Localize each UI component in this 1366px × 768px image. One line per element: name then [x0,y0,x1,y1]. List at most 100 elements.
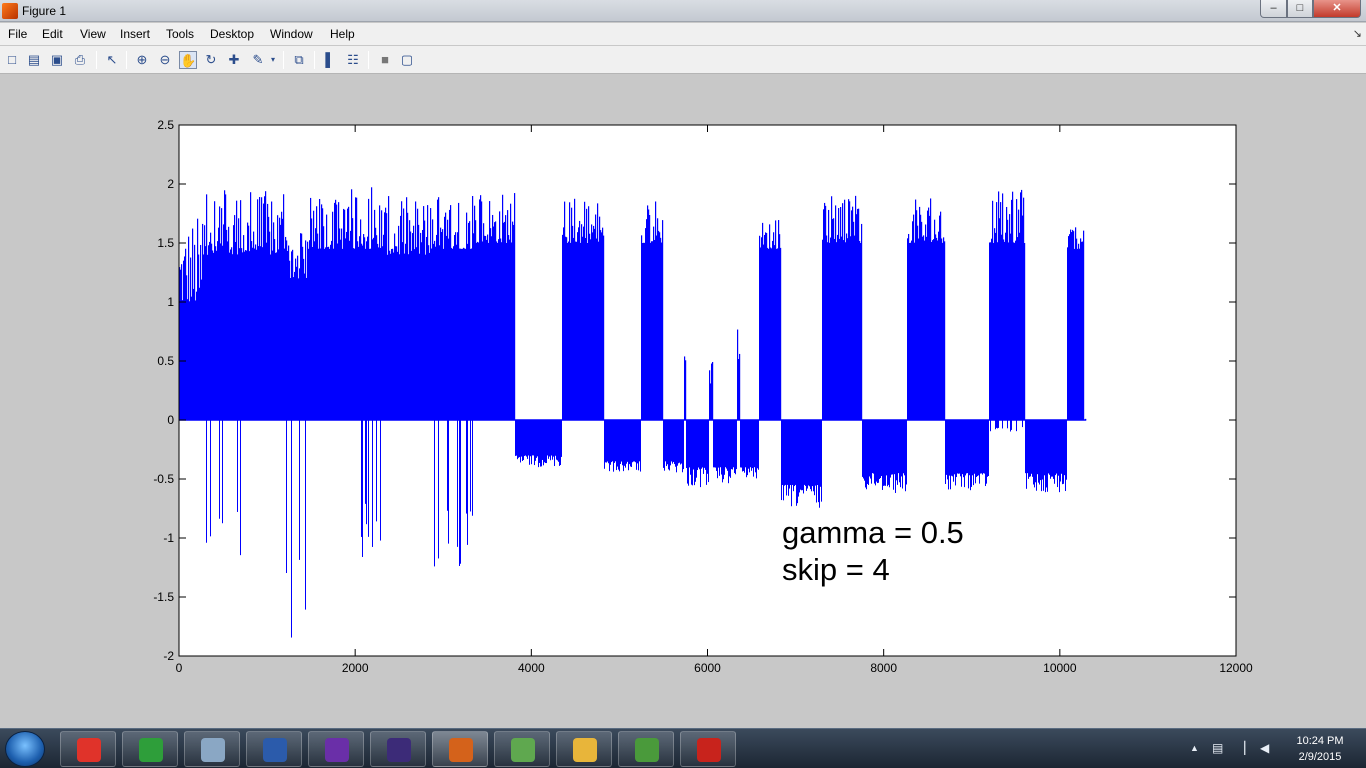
start-button[interactable] [5,731,45,767]
menu-file[interactable]: File [8,27,27,41]
data-bar-negative [1065,420,1066,492]
data-bar-negative [810,420,811,490]
taskbar-app-torrent[interactable] [308,731,364,767]
rotate-3d-icon[interactable]: ↻ [202,51,220,69]
taskbar-app-eclipse[interactable] [370,731,426,767]
menu-help[interactable]: Help [330,27,355,41]
save-figure-icon[interactable]: ▣ [48,51,66,69]
menu-desktop[interactable]: Desktop [210,27,254,41]
data-bar-negative [793,420,794,492]
show-plot-tools-icon[interactable]: ▢ [398,51,416,69]
clock-time[interactable]: 10:24 PM [1285,735,1355,747]
insert-legend-icon[interactable]: ☷ [344,51,362,69]
data-bar-negative [702,420,703,468]
print-figure-icon[interactable]: ⎙ [71,51,89,69]
data-bar-negative [884,420,885,486]
data-bar-negative [675,420,676,467]
annotation-skip: skip = 4 [782,552,890,587]
data-bar-negative [636,420,637,470]
open-file-icon[interactable]: ▤ [25,51,43,69]
edit-plot-icon[interactable]: ↖ [103,51,121,69]
minimize-button[interactable]: – [1260,0,1287,18]
maximize-button[interactable]: □ [1287,0,1313,18]
device-icon[interactable]: ▤ [1212,741,1223,755]
data-bar-negative [893,420,894,490]
data-bar-negative [1061,420,1062,474]
brush-icon[interactable]: ✎ [249,51,267,69]
data-bar-negative [533,420,534,456]
taskbar-app-chrome[interactable] [60,731,116,767]
data-bar-negative [472,420,473,516]
menu-bar: File Edit View Insert Tools Desktop Wind… [0,23,1366,45]
data-bar-negative [1036,420,1037,491]
new-figure-icon[interactable]: □ [3,51,21,69]
data-bar-negative [1037,420,1038,475]
data-bar-negative [672,420,673,464]
data-bar-negative [526,420,527,457]
brush-dropdown-icon[interactable]: ▾ [268,51,278,69]
taskbar-app-chart-app[interactable] [618,731,674,767]
menu-window[interactable]: Window [270,27,313,41]
data-cursor-icon[interactable]: ✚ [225,51,243,69]
clock-date[interactable]: 2/9/2015 [1285,751,1355,763]
data-bar-negative [628,420,629,471]
taskbar-app-task-manager[interactable] [122,731,178,767]
data-bar-negative [1066,420,1067,480]
figure-canvas[interactable]: 0 2000 4000 6000 8000 10000 12000 -2 -1.5 -1 -0.5 0… [0,75,1366,728]
menu-view[interactable]: View [80,27,106,41]
taskbar-app-matlab[interactable] [432,731,488,767]
zoom-in-icon[interactable]: ⊕ [133,51,151,69]
data-bar-negative [676,420,677,473]
pan-icon[interactable]: ✋ [179,51,197,69]
window-title-bar[interactable]: Figure 1 – □ ✕ [0,0,1366,22]
data-bar-negative [885,420,886,486]
data-bar-negative [891,420,892,475]
y-tick-label: 0 [167,413,174,427]
data-bar-negative [887,420,888,487]
data-bar-positive [514,193,516,420]
dock-figure-icon[interactable]: ↘ [1353,27,1362,40]
insert-colorbar-icon[interactable]: ▌ [321,51,339,69]
show-hidden-icons-icon[interactable]: ▲ [1190,743,1199,753]
data-bar-positive [1083,230,1085,420]
data-bar-negative [949,420,950,476]
data-bar-negative [965,420,966,476]
data-bar-negative [692,420,693,486]
data-bar-negative [783,420,784,501]
data-bar-negative [618,420,619,470]
data-bar-negative [978,420,979,476]
taskbar-app-word[interactable] [246,731,302,767]
menu-tools[interactable]: Tools [166,27,194,41]
close-button[interactable]: ✕ [1313,0,1361,18]
data-bar-negative [527,420,528,459]
network-icon[interactable]: ▕ [1236,741,1245,755]
data-bar-negative [1062,420,1063,485]
menu-edit[interactable]: Edit [42,27,63,41]
data-bar-negative [874,420,875,484]
taskbar-app-explorer[interactable] [556,731,612,767]
volume-icon[interactable]: ◀ [1260,741,1269,755]
data-bar-negative [1054,420,1055,484]
data-bar-positive [780,247,782,420]
data-bar-negative [1028,420,1029,479]
data-bar-negative [865,420,866,488]
taskbar-app-pin-app[interactable] [184,731,240,767]
data-bar-negative [686,420,687,468]
data-bar-negative [985,420,986,487]
taskbar-app-maps[interactable] [494,731,550,767]
data-bar-negative [796,420,797,506]
data-bar-negative [1049,420,1050,475]
data-bar-negative [800,420,801,490]
menu-insert[interactable]: Insert [120,27,150,41]
data-bar-negative [610,420,611,465]
hide-plot-tools-icon[interactable]: ■ [376,51,394,69]
taskbar-app-acrobat[interactable] [680,731,736,767]
data-bar-negative [368,420,369,537]
data-bar-negative [751,420,752,471]
data-bar-negative [714,420,715,468]
matlab-icon [449,738,473,762]
data-bar-negative [733,420,734,468]
zoom-out-icon[interactable]: ⊖ [156,51,174,69]
data-bar-negative [740,420,741,468]
link-plot-icon[interactable]: ⧉ [290,51,308,69]
